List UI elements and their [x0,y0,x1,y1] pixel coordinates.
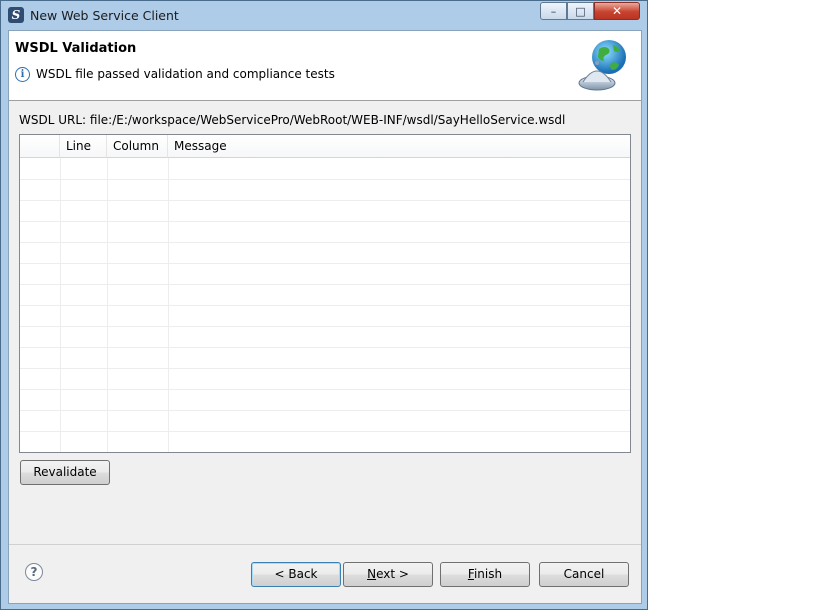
next-button[interactable]: Next > [343,562,433,587]
column-header-icon[interactable] [20,135,60,158]
table-row-divider [20,200,630,201]
finish-button[interactable]: Finish [440,562,530,587]
table-row-divider [20,179,630,180]
footer-divider [9,544,641,545]
column-header-message[interactable]: Message [168,135,630,158]
window-title: New Web Service Client [30,8,179,23]
banner-message: WSDL file passed validation and complian… [36,67,335,81]
next-mnemonic: N [367,567,377,581]
column-header-line[interactable]: Line [60,135,107,158]
maximize-button[interactable]: □ [567,2,594,20]
close-button[interactable]: ✕ [594,2,640,20]
minimize-button[interactable]: – [540,2,567,20]
table-row-divider [20,326,630,327]
table-row-divider [20,305,630,306]
eclipse-icon: S [8,7,24,23]
table-row-divider [20,263,630,264]
column-header-column[interactable]: Column [107,135,168,158]
table-row-divider [20,410,630,411]
table-row-divider [20,431,630,432]
validation-table[interactable]: Line Column Message [19,134,631,453]
title-bar[interactable]: S New Web Service Client – □ ✕ [1,1,647,29]
table-row-divider [20,368,630,369]
next-label: ext > [376,567,409,581]
table-row-divider [20,284,630,285]
table-body [20,158,630,452]
back-button[interactable]: < Back [251,562,341,587]
info-icon: i [15,67,30,82]
table-row-divider [20,221,630,222]
table-row-divider [20,389,630,390]
globe-service-icon [578,40,626,91]
dialog-window: S New Web Service Client – □ ✕ WSDL Vali… [0,0,648,610]
page-title: WSDL Validation [15,41,137,56]
revalidate-button[interactable]: Revalidate [20,460,110,485]
table-row-divider [20,452,630,453]
cancel-button[interactable]: Cancel [539,562,629,587]
table-row-divider [20,242,630,243]
table-row-divider [20,347,630,348]
wsdl-url-label: WSDL URL: file:/E:/workspace/WebServiceP… [19,113,566,127]
help-icon[interactable]: ? [25,563,43,581]
wizard-banner: WSDL Validation i WSDL file passed valid… [9,31,641,101]
finish-label: inish [473,567,503,581]
dialog-client-area: WSDL Validation i WSDL file passed valid… [8,30,642,604]
